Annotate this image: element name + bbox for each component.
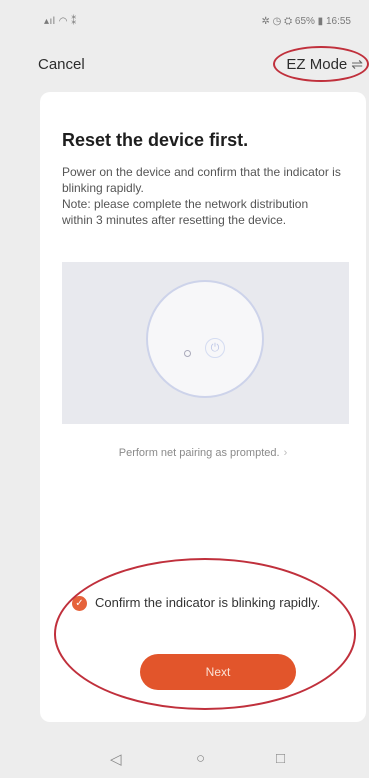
device-image: ⏻ — [146, 280, 264, 398]
net-pairing-label: Perform net pairing as prompted. — [118, 447, 280, 459]
system-nav-bar: ◁ ○ □ — [0, 748, 369, 778]
device-illustration: ⏻ — [62, 262, 349, 424]
chevron-right-icon: › — [283, 447, 288, 459]
back-triangle-icon[interactable]: ◁ — [110, 750, 122, 768]
recent-square-icon[interactable]: □ — [276, 750, 285, 767]
header: Cancel EZ Mode ⇌ — [0, 46, 369, 86]
reset-card: Reset the device first. Power on the dev… — [40, 92, 366, 722]
page-title: Reset the device first. — [62, 130, 249, 150]
status-bar: ▴ıl ◠ ⁑ ✲ ◷ ⛭ 65% ▮ 16:55 — [0, 0, 369, 40]
power-button-icon: ⏻ — [205, 338, 225, 358]
description-line-2: Note: please complete the network distri… — [62, 197, 309, 227]
ez-mode-button[interactable]: EZ Mode ⇌ — [286, 56, 363, 73]
checkmark-icon[interactable]: ✓ — [72, 596, 87, 611]
net-pairing-link[interactable]: Perform net pairing as prompted. › — [40, 447, 366, 459]
description-line-1: Power on the device and confirm that the… — [62, 165, 341, 195]
ez-mode-label: EZ Mode — [286, 56, 348, 73]
swap-icon: ⇌ — [351, 56, 363, 72]
cancel-button[interactable]: Cancel — [38, 56, 85, 73]
confirm-label: Confirm the indicator is blinking rapidl… — [95, 595, 321, 610]
signal-indicators: ▴ıl ◠ ⁑ — [44, 16, 77, 27]
status-right: ✲ ◷ ⛭ 65% ▮ 16:55 — [261, 16, 351, 27]
home-circle-icon[interactable]: ○ — [196, 750, 205, 767]
confirm-checkbox-row[interactable]: ✓ Confirm the indicator is blinking rapi… — [72, 594, 342, 612]
description: Power on the device and confirm that the… — [62, 164, 342, 228]
next-button[interactable]: Next — [140, 654, 296, 690]
indicator-light-icon — [184, 350, 191, 357]
